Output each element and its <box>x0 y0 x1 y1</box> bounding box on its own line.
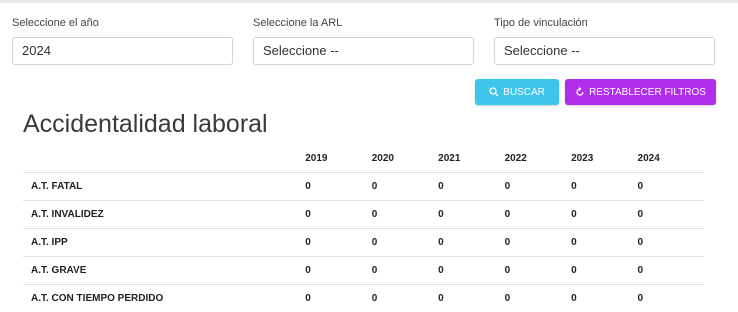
table-cell: 0 <box>571 173 637 201</box>
table-header-row: 2019 2020 2021 2022 2023 2024 <box>23 145 704 173</box>
table-cell: 0 <box>438 229 504 257</box>
search-icon <box>489 87 499 97</box>
row-label: A.T. IPP <box>23 229 305 257</box>
search-button-label: BUSCAR <box>503 87 545 98</box>
table-cell: 0 <box>505 173 571 201</box>
link-type-filter-label: Tipo de vinculación <box>494 17 588 29</box>
column-header-year: 2024 <box>638 145 704 173</box>
column-header-year: 2022 <box>505 145 571 173</box>
table-cell: 0 <box>305 285 371 312</box>
column-header-year: 2019 <box>305 145 371 173</box>
table-cell: 0 <box>372 229 438 257</box>
table-cell: 0 <box>571 229 637 257</box>
year-filter-label: Seleccione el año <box>12 17 99 29</box>
table-cell: 0 <box>638 229 704 257</box>
top-border <box>0 0 738 3</box>
table-cell: 0 <box>638 257 704 285</box>
table-cell: 0 <box>305 257 371 285</box>
table-cell: 0 <box>638 201 704 229</box>
table-cell: 0 <box>438 201 504 229</box>
table-cell: 0 <box>438 257 504 285</box>
row-label: A.T. INVALIDEZ <box>23 201 305 229</box>
table-cell: 0 <box>571 285 637 312</box>
table-cell: 0 <box>571 201 637 229</box>
table-row: A.T. FATAL 0 0 0 0 0 0 <box>23 173 704 201</box>
table-row: A.T. IPP 0 0 0 0 0 0 <box>23 229 704 257</box>
column-header-year: 2023 <box>571 145 637 173</box>
table-cell: 0 <box>638 173 704 201</box>
table-cell: 0 <box>638 285 704 312</box>
table-row: A.T. CON TIEMPO PERDIDO 0 0 0 0 0 0 <box>23 285 704 312</box>
search-button[interactable]: BUSCAR <box>475 79 559 105</box>
column-header-year: 2021 <box>438 145 504 173</box>
table-cell: 0 <box>372 285 438 312</box>
reset-filters-button[interactable]: RESTABLECER FILTROS <box>565 79 716 105</box>
column-header-year: 2020 <box>372 145 438 173</box>
arl-filter-select[interactable]: Seleccione -- <box>253 37 474 65</box>
accident-table: 2019 2020 2021 2022 2023 2024 A.T. FATAL… <box>23 145 704 312</box>
link-type-filter-select[interactable]: Seleccione -- <box>494 37 715 65</box>
table-cell: 0 <box>372 173 438 201</box>
table-cell: 0 <box>372 257 438 285</box>
table-cell: 0 <box>305 173 371 201</box>
table-row: A.T. INVALIDEZ 0 0 0 0 0 0 <box>23 201 704 229</box>
table-cell: 0 <box>571 257 637 285</box>
table-cell: 0 <box>505 285 571 312</box>
refresh-icon <box>575 87 585 97</box>
table-row: A.T. GRAVE 0 0 0 0 0 0 <box>23 257 704 285</box>
table-cell: 0 <box>438 285 504 312</box>
table-cell: 0 <box>438 173 504 201</box>
arl-filter-label: Seleccione la ARL <box>253 17 342 29</box>
table-cell: 0 <box>305 201 371 229</box>
table-cell: 0 <box>505 229 571 257</box>
reset-filters-button-label: RESTABLECER FILTROS <box>589 87 706 98</box>
table-header-empty <box>23 145 305 173</box>
row-label: A.T. CON TIEMPO PERDIDO <box>23 285 305 312</box>
page-title: Accidentalidad laboral <box>23 110 268 139</box>
row-label: A.T. FATAL <box>23 173 305 201</box>
row-label: A.T. GRAVE <box>23 257 305 285</box>
table-cell: 0 <box>505 257 571 285</box>
year-filter-select[interactable]: 2024 <box>12 37 233 65</box>
table-cell: 0 <box>372 201 438 229</box>
table-cell: 0 <box>305 229 371 257</box>
table-cell: 0 <box>505 201 571 229</box>
